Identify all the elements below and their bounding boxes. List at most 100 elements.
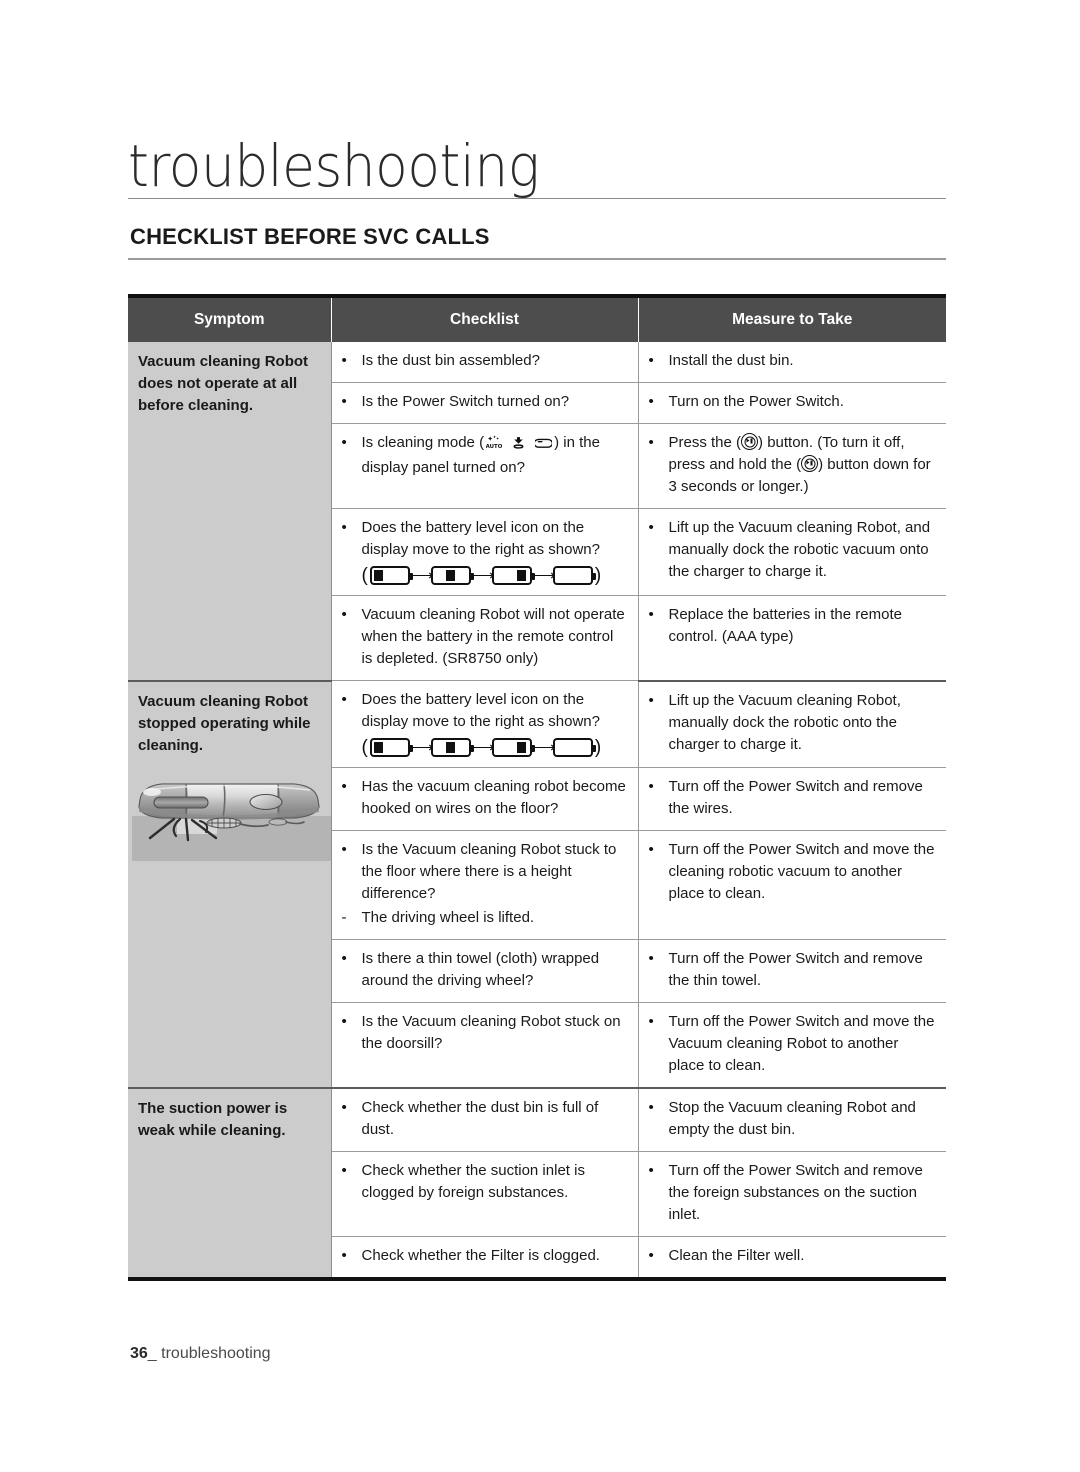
footer-label: troubleshooting	[161, 1345, 271, 1362]
checklist-cell: Is the Vacuum cleaning Robot stuck to th…	[331, 830, 639, 940]
battery-icon-level-1	[369, 566, 413, 585]
bullet-icon	[649, 604, 661, 626]
battery-icon-level-3	[491, 738, 535, 757]
checklist-cell: Has the vacuum cleaning robot become hoo…	[331, 767, 639, 831]
checklist-cell: Does the battery level icon on the displ…	[331, 680, 639, 768]
bullet-icon	[342, 948, 354, 970]
footer-separator: _	[147, 1345, 157, 1362]
battery-icon-empty	[552, 566, 596, 585]
bullet-icon	[342, 1097, 354, 1119]
bullet-icon	[649, 391, 661, 413]
arrow-right-icon: ⟶	[533, 567, 556, 584]
checklist-cell: Is there a thin towel (cloth) wrapped ar…	[331, 939, 639, 1003]
battery-icon-level-2	[430, 738, 474, 757]
symptom-label: Vacuum cleaning Robot stopped operating …	[138, 692, 311, 754]
bullet-icon	[342, 839, 354, 861]
battery-level-sequence-icon: ( ⟶ ⟶ ⟶ )	[361, 736, 602, 758]
measure-cell: Lift up the Vacuum cleaning Robot, manua…	[638, 679, 946, 768]
arrow-right-icon: ⟶	[411, 739, 434, 756]
measure-cell: Turn off the Power Switch and move the c…	[638, 830, 946, 940]
checklist-cell: Is the Vacuum cleaning Robot stuck on th…	[331, 1002, 639, 1088]
bullet-icon	[342, 1160, 354, 1182]
arrow-right-icon: ⟶	[533, 739, 556, 756]
checklist-cell: Is the Power Switch turned on?	[331, 382, 639, 424]
battery-icon-level-2	[430, 566, 474, 585]
bullet-icon	[649, 350, 661, 372]
bullet-icon	[649, 948, 661, 970]
checklist-cell: Vacuum cleaning Robot will not operate w…	[331, 595, 639, 681]
max-mode-icon	[533, 435, 554, 457]
bullet-icon	[649, 776, 661, 798]
checklist-cell: Is cleaning mode (AUTO) in the display p…	[331, 423, 639, 509]
table-header-row: Symptom Checklist Measure to Take	[128, 296, 946, 342]
measure-cell: Turn on the Power Switch.	[638, 382, 946, 424]
bullet-icon	[649, 1011, 661, 1033]
measure-cell: Turn off the Power Switch and remove the…	[638, 767, 946, 831]
arrow-right-icon: ⟶	[472, 567, 495, 584]
checklist-cell: Does the battery level icon on the displ…	[331, 508, 639, 596]
table-row: Vacuum cleaning Robot stopped operating …	[128, 679, 946, 1088]
checklist-cell: Check whether the suction inlet is clogg…	[331, 1151, 639, 1237]
manual-page: troubleshooting CHECKLIST BEFORE SVC CAL…	[0, 0, 1080, 1472]
table-row: Vacuum cleaning Robot does not operate a…	[128, 342, 946, 681]
bullet-icon	[342, 391, 354, 413]
svg-text:AUTO: AUTO	[486, 444, 502, 450]
bullet-icon	[342, 350, 354, 372]
cleaning-mode-icon-group: AUTO	[486, 434, 554, 457]
battery-icon-empty	[552, 738, 596, 757]
measure-cell: Turn off the Power Switch and remove the…	[638, 1151, 946, 1237]
title-divider	[128, 198, 946, 199]
bullet-icon	[649, 1097, 661, 1119]
section-heading: CHECKLIST BEFORE SVC CALLS	[130, 224, 490, 249]
checklist-cell: Is the dust bin assembled?	[331, 342, 639, 383]
bullet-icon	[649, 432, 661, 454]
measure-cell: Replace the batteries in the remote cont…	[638, 595, 946, 681]
section-divider	[128, 258, 946, 260]
checklist-table: Symptom Checklist Measure to Take Vacuum…	[128, 294, 946, 1281]
bullet-icon	[342, 432, 354, 454]
measure-cell: Install the dust bin.	[638, 342, 946, 383]
dash-bullet-icon	[342, 907, 354, 929]
bullet-icon	[342, 776, 354, 798]
table-body: Vacuum cleaning Robot does not operate a…	[128, 342, 946, 1279]
measure-cell: Turn off the Power Switch and remove the…	[638, 939, 946, 1003]
power-button-icon	[801, 455, 819, 472]
bullet-icon	[649, 839, 661, 861]
battery-level-sequence-icon: ( ⟶ ⟶ ⟶ )	[361, 564, 602, 586]
bullet-icon	[649, 517, 661, 539]
bullet-icon	[649, 690, 661, 712]
arrow-right-icon: ⟶	[472, 739, 495, 756]
bullet-icon	[342, 1245, 354, 1267]
bullet-icon	[342, 689, 354, 711]
auto-mode-icon: AUTO	[486, 434, 503, 457]
measure-cell: Press the () button. (To turn it off, pr…	[638, 423, 946, 509]
measure-cell: Lift up the Vacuum cleaning Robot, and m…	[638, 508, 946, 596]
battery-icon-level-3	[491, 566, 535, 585]
column-header-checklist: Checklist	[331, 296, 639, 342]
column-header-symptom: Symptom	[128, 296, 332, 342]
robot-vacuum-side-view-illustration	[128, 778, 331, 978]
bullet-icon	[342, 1011, 354, 1033]
measure-cell: Turn off the Power Switch and move the V…	[638, 1002, 946, 1088]
battery-icon-level-1	[369, 738, 413, 757]
measure-cell: Stop the Vacuum cleaning Robot and empty…	[638, 1087, 946, 1152]
footer-page-number: 36	[130, 1345, 148, 1362]
page-footer: 36_ troubleshooting	[130, 1345, 271, 1363]
bullet-icon	[342, 604, 354, 626]
symptom-cell: Vacuum cleaning Robot stopped operating …	[128, 679, 332, 1088]
table-header: Symptom Checklist Measure to Take	[128, 296, 946, 342]
table-row: The suction power is weak while cleaning…	[128, 1087, 946, 1279]
power-button-icon	[741, 433, 759, 450]
measure-cell: Clean the Filter well.	[638, 1236, 946, 1279]
checklist-cell: Check whether the Filter is clogged.	[331, 1236, 639, 1279]
checklist-table-wrapper: Symptom Checklist Measure to Take Vacuum…	[128, 294, 946, 1281]
bullet-icon	[649, 1160, 661, 1182]
bullet-icon	[649, 1245, 661, 1267]
symptom-cell: The suction power is weak while cleaning…	[128, 1087, 332, 1279]
arrow-right-icon: ⟶	[411, 567, 434, 584]
checklist-cell: Check whether the dust bin is full of du…	[331, 1087, 639, 1152]
column-header-measure: Measure to Take	[638, 296, 946, 342]
bullet-icon	[342, 517, 354, 539]
page-title: troubleshooting	[128, 132, 540, 200]
spot-mode-icon	[511, 435, 526, 457]
